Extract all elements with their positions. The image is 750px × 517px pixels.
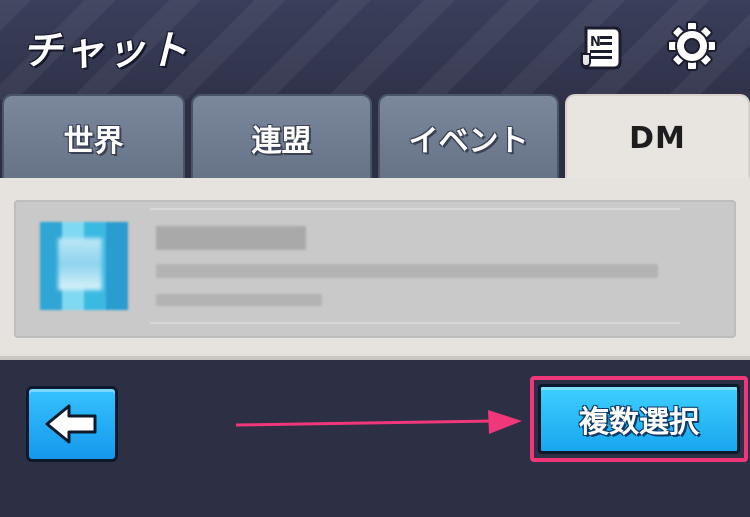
dm-message-preview-redacted xyxy=(156,264,658,278)
back-button[interactable] xyxy=(26,386,118,462)
card-rule-bottom xyxy=(150,322,680,324)
tab-label: 世界 xyxy=(63,124,124,159)
annotation-arrow-icon xyxy=(235,410,522,434)
page-title: チャット xyxy=(22,28,190,74)
tab-alliance[interactable]: 連盟 xyxy=(191,94,372,180)
tab-dm[interactable]: DM xyxy=(565,94,750,180)
dm-sender-name-redacted xyxy=(156,226,306,250)
tab-label: 連盟 xyxy=(251,124,312,159)
multi-select-button-face[interactable]: 複数選択 xyxy=(538,384,740,454)
arrow-left-icon xyxy=(45,404,97,444)
multi-select-button[interactable]: 複数選択 xyxy=(530,376,748,462)
panel-divider xyxy=(0,356,750,360)
tab-label: イベント xyxy=(408,124,529,159)
dm-timestamp-redacted xyxy=(156,294,322,306)
news-icon[interactable]: N xyxy=(576,22,626,72)
avatar-detail xyxy=(58,238,102,290)
multi-select-label: 複数選択 xyxy=(579,405,699,440)
gear-icon[interactable] xyxy=(666,20,718,72)
tab-world[interactable]: 世界 xyxy=(2,94,185,180)
tab-label: DM xyxy=(629,120,686,156)
tab-event[interactable]: イベント xyxy=(378,94,559,180)
svg-text:N: N xyxy=(590,35,601,50)
card-rule-top xyxy=(150,208,680,210)
